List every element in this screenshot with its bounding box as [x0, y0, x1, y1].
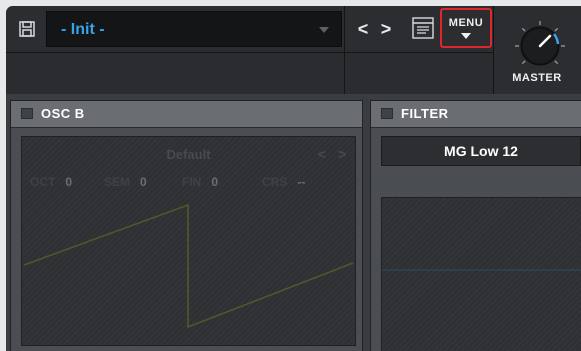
menu-label: MENU [448, 17, 484, 29]
preset-selector[interactable]: - Init - [46, 11, 342, 47]
osc-b-panel: OSC B Default < > OCT 0 SEM 0 FIN 0 CRS -- [10, 100, 363, 351]
osc-b-header: OSC B [11, 101, 362, 128]
previous-preset-button[interactable]: < [352, 11, 374, 47]
filter-title: FILTER [401, 106, 449, 121]
preset-browser-button[interactable] [412, 17, 434, 39]
saw-waveform [23, 203, 354, 329]
synth-main-area: OSC B Default < > OCT 0 SEM 0 FIN 0 CRS -- [6, 94, 581, 351]
filter-panel: FILTER MG Low 12 [370, 100, 581, 351]
master-label: MASTER [512, 72, 562, 84]
osc-b-waveform-display[interactable]: Default < > OCT 0 SEM 0 FIN 0 CRS -- [21, 136, 356, 346]
osc-b-title: OSC B [41, 106, 85, 121]
preset-browser-icon [412, 17, 434, 39]
master-section: MASTER [493, 6, 581, 94]
filter-type-selector[interactable]: MG Low 12 [381, 136, 581, 166]
caret-down-icon [461, 33, 471, 39]
chevron-right-icon[interactable]: > [338, 146, 346, 162]
osc-b-enable-toggle[interactable] [21, 108, 33, 119]
chevron-down-icon [319, 27, 329, 33]
save-button[interactable] [12, 15, 42, 43]
next-preset-button[interactable]: > [375, 11, 397, 47]
chevron-right-icon: > [380, 18, 392, 39]
preset-name: - Init - [61, 21, 105, 38]
app-window: - Init - < > MENU MASTER OSC B Default <… [6, 6, 581, 351]
divider [344, 6, 345, 52]
save-icon [19, 21, 35, 37]
waveform-name: Default [166, 147, 211, 162]
menu-button[interactable]: MENU [440, 8, 492, 48]
filter-header: FILTER [371, 101, 581, 128]
master-knob[interactable] [514, 20, 566, 72]
chevron-left-icon: < [357, 18, 369, 39]
chevron-left-icon[interactable]: < [318, 146, 326, 162]
filter-curve [382, 269, 581, 271]
filter-response-display [381, 197, 581, 351]
divider [344, 53, 345, 95]
filter-enable-toggle[interactable] [381, 108, 393, 119]
top-toolbar: - Init - < > MENU MASTER [6, 6, 581, 95]
